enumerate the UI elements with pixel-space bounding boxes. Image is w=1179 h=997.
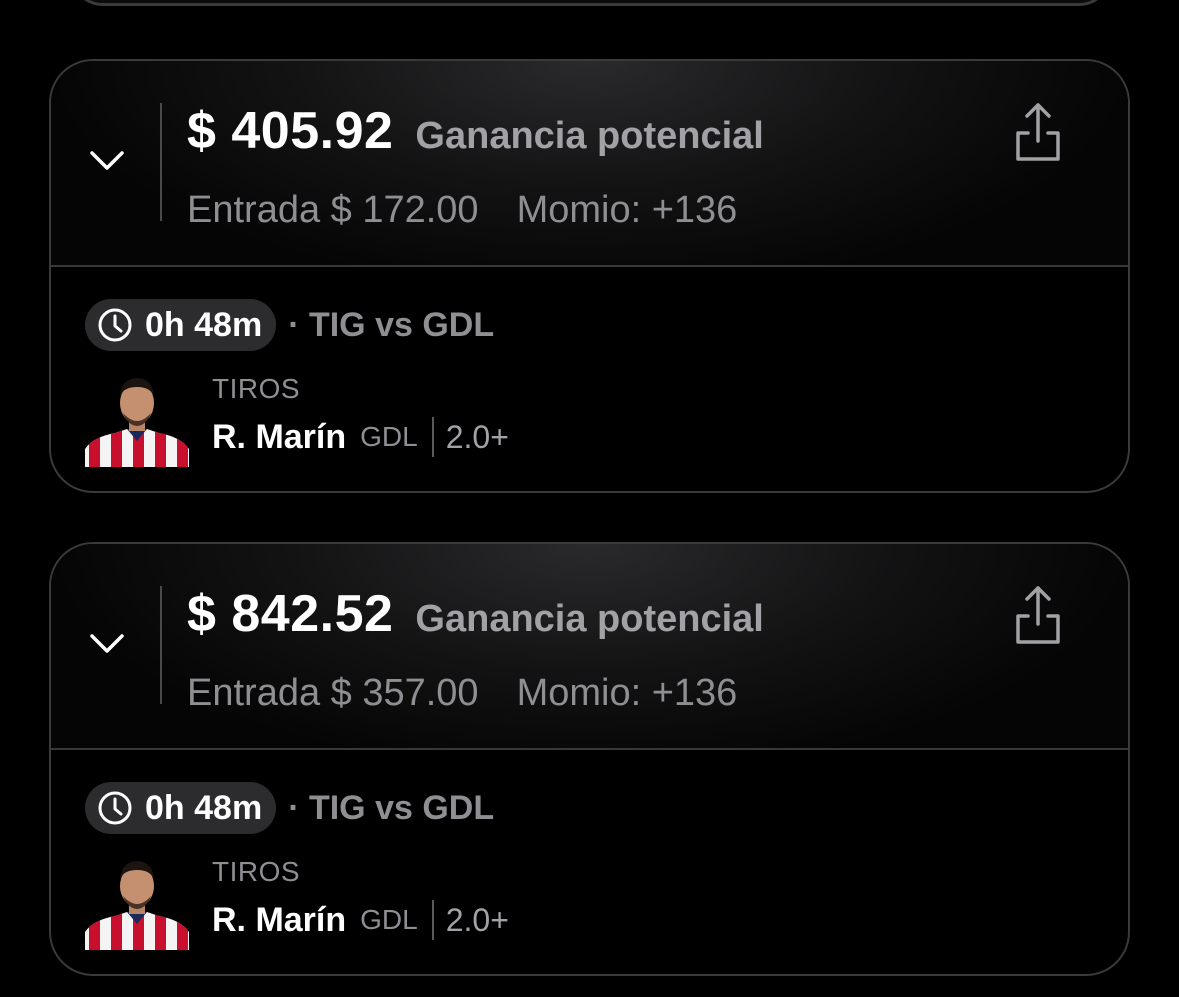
player-team: GDL [360,904,418,935]
header-divider [160,103,162,221]
potential-win-label: Ganancia potencial [415,598,764,640]
bet-card[interactable]: $ 842.52 Ganancia potencial Entrada $ 35… [49,542,1130,976]
potential-win-amount: $ 405.92 [187,102,394,160]
pick-divider [431,900,434,940]
stat-category: TIROS [212,856,301,887]
header-divider [160,586,162,704]
chevron-down-icon[interactable] [89,631,125,657]
match-info-row: 0h 48m · TIG vs GDL [85,299,494,351]
pick-divider [431,417,434,457]
player-pick-row: R. Marín GDL 2.0+ [212,417,509,457]
bet-details-line: Entrada $ 172.00 Momio: +136 [187,189,737,232]
time-remaining-badge: 0h 48m [85,299,277,351]
share-icon[interactable] [1012,101,1064,163]
potential-win-label: Ganancia potencial [415,115,764,157]
entry-amount: Entrada $ 172.00 [187,189,479,231]
player-avatar [85,861,189,950]
pick-line: 2.0+ [445,901,509,938]
player-name: R. Marín [212,417,347,456]
previous-bet-card[interactable] [70,0,1112,6]
match-teams: · TIG vs GDL [288,788,495,827]
potential-win-line: $ 405.92 Ganancia potencial [187,101,764,161]
bet-card-header: $ 405.92 Ganancia potencial Entrada $ 17… [51,61,1128,267]
pick-line: 2.0+ [445,418,509,455]
match-info-row: 0h 48m · TIG vs GDL [85,782,494,834]
clock-icon [98,308,132,342]
match-teams: · TIG vs GDL [288,305,495,344]
bet-card[interactable]: $ 405.92 Ganancia potencial Entrada $ 17… [49,59,1130,493]
potential-win-line: $ 842.52 Ganancia potencial [187,584,764,644]
share-icon[interactable] [1012,584,1064,646]
stat-category: TIROS [212,373,301,404]
clock-icon [98,791,132,825]
momio-odds: Momio: +136 [516,189,738,231]
player-pick-row: R. Marín GDL 2.0+ [212,900,509,940]
entry-amount: Entrada $ 357.00 [187,672,479,714]
bet-history-screen: $ 405.92 Ganancia potencial Entrada $ 17… [0,0,1179,997]
player-avatar [85,378,189,467]
bet-card-body: 0h 48m · TIG vs GDL TIROS R. Marín GDL 2… [51,267,1128,491]
time-remaining-badge: 0h 48m [85,782,277,834]
bet-card-body: 0h 48m · TIG vs GDL TIROS R. Marín GDL 2… [51,750,1128,974]
potential-win-amount: $ 842.52 [187,585,394,643]
momio-odds: Momio: +136 [516,672,738,714]
time-remaining: 0h 48m [145,788,263,827]
bet-details-line: Entrada $ 357.00 Momio: +136 [187,672,737,715]
time-remaining: 0h 48m [145,305,263,344]
player-team: GDL [360,421,418,452]
chevron-down-icon[interactable] [89,148,125,174]
bet-card-header: $ 842.52 Ganancia potencial Entrada $ 35… [51,544,1128,750]
player-name: R. Marín [212,900,347,939]
